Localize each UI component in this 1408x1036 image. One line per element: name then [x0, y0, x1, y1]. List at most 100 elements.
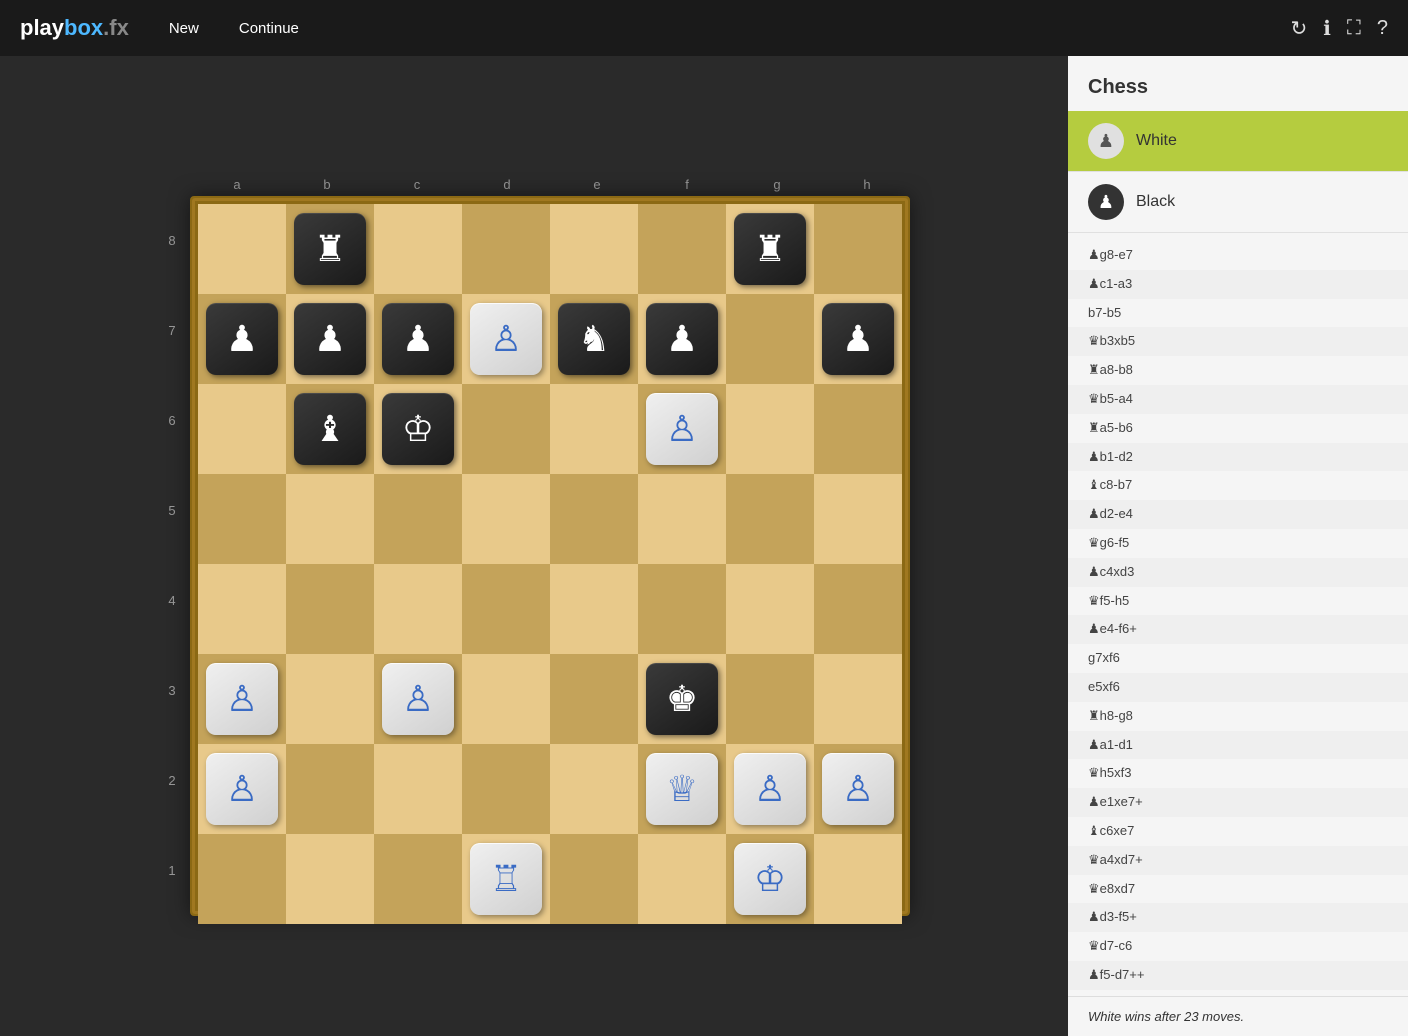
piece-a2[interactable]: ♙: [206, 753, 278, 825]
square-d2[interactable]: [462, 744, 550, 834]
help-icon[interactable]: ?: [1377, 17, 1388, 40]
square-c1[interactable]: [374, 834, 462, 924]
square-c5[interactable]: [374, 474, 462, 564]
square-c2[interactable]: [374, 744, 462, 834]
square-b3[interactable]: [286, 654, 374, 744]
move-item[interactable]: ♛a4xd7+: [1068, 846, 1408, 875]
piece-d1[interactable]: ♖: [470, 843, 542, 915]
move-item[interactable]: ♟f5-d7++: [1068, 961, 1408, 990]
square-e3[interactable]: [550, 654, 638, 744]
square-g7[interactable]: [726, 294, 814, 384]
black-player-row[interactable]: ♟ Black: [1068, 172, 1408, 233]
piece-a7[interactable]: ♟: [206, 303, 278, 375]
square-h5[interactable]: [814, 474, 902, 564]
square-e6[interactable]: [550, 384, 638, 474]
piece-b6[interactable]: ♝: [294, 393, 366, 465]
square-d8[interactable]: [462, 204, 550, 294]
move-item[interactable]: ♜h8-g8: [1068, 702, 1408, 731]
move-item[interactable]: ♟d2-e4: [1068, 500, 1408, 529]
square-c7[interactable]: ♟: [374, 294, 462, 384]
square-b5[interactable]: [286, 474, 374, 564]
square-d1[interactable]: ♖: [462, 834, 550, 924]
square-e4[interactable]: [550, 564, 638, 654]
move-item[interactable]: ♟c4xd3: [1068, 558, 1408, 587]
move-item[interactable]: ♟d3-f5+: [1068, 903, 1408, 932]
piece-d7[interactable]: ♙: [470, 303, 542, 375]
piece-a3[interactable]: ♙: [206, 663, 278, 735]
move-item[interactable]: ♛f5-h5: [1068, 587, 1408, 616]
piece-c3[interactable]: ♙: [382, 663, 454, 735]
piece-f2[interactable]: ♕: [646, 753, 718, 825]
square-g3[interactable]: [726, 654, 814, 744]
square-a8[interactable]: [198, 204, 286, 294]
square-g2[interactable]: ♙: [726, 744, 814, 834]
square-e5[interactable]: [550, 474, 638, 564]
piece-g1[interactable]: ♔: [734, 843, 806, 915]
square-f8[interactable]: [638, 204, 726, 294]
chessboard[interactable]: ♜♜♟♟♟♙♞♟♟♝♔♙♙♙♚♙♕♙♙♖♔: [190, 196, 910, 916]
square-f5[interactable]: [638, 474, 726, 564]
piece-c7[interactable]: ♟: [382, 303, 454, 375]
square-d4[interactable]: [462, 564, 550, 654]
piece-g8[interactable]: ♜: [734, 213, 806, 285]
piece-g2[interactable]: ♙: [734, 753, 806, 825]
square-f2[interactable]: ♕: [638, 744, 726, 834]
square-a2[interactable]: ♙: [198, 744, 286, 834]
piece-b8[interactable]: ♜: [294, 213, 366, 285]
move-item[interactable]: ♝c6xe7: [1068, 817, 1408, 846]
square-g5[interactable]: [726, 474, 814, 564]
move-item[interactable]: ♟c1-a3: [1068, 270, 1408, 299]
square-b8[interactable]: ♜: [286, 204, 374, 294]
square-g8[interactable]: ♜: [726, 204, 814, 294]
square-h4[interactable]: [814, 564, 902, 654]
square-b1[interactable]: [286, 834, 374, 924]
move-item[interactable]: ♛d7-c6: [1068, 932, 1408, 961]
piece-f7[interactable]: ♟: [646, 303, 718, 375]
square-e8[interactable]: [550, 204, 638, 294]
square-b4[interactable]: [286, 564, 374, 654]
square-g6[interactable]: [726, 384, 814, 474]
square-c8[interactable]: [374, 204, 462, 294]
square-a7[interactable]: ♟: [198, 294, 286, 384]
square-f3[interactable]: ♚: [638, 654, 726, 744]
move-item[interactable]: b7-b5: [1068, 299, 1408, 328]
piece-e7[interactable]: ♞: [558, 303, 630, 375]
square-d7[interactable]: ♙: [462, 294, 550, 384]
square-f6[interactable]: ♙: [638, 384, 726, 474]
nav-continue-button[interactable]: Continue: [229, 14, 309, 43]
move-item[interactable]: ♟a1-d1: [1068, 731, 1408, 760]
move-item[interactable]: ♟e1xe7+: [1068, 788, 1408, 817]
square-g1[interactable]: ♔: [726, 834, 814, 924]
square-e7[interactable]: ♞: [550, 294, 638, 384]
square-g4[interactable]: [726, 564, 814, 654]
square-f7[interactable]: ♟: [638, 294, 726, 384]
nav-new-button[interactable]: New: [159, 14, 209, 43]
move-item[interactable]: ♟e4-f6+: [1068, 615, 1408, 644]
move-item[interactable]: ♛b3xb5: [1068, 327, 1408, 356]
square-h1[interactable]: [814, 834, 902, 924]
square-a4[interactable]: [198, 564, 286, 654]
piece-b7[interactable]: ♟: [294, 303, 366, 375]
square-h2[interactable]: ♙: [814, 744, 902, 834]
square-b7[interactable]: ♟: [286, 294, 374, 384]
square-c6[interactable]: ♔: [374, 384, 462, 474]
move-item[interactable]: ♛g6-f5: [1068, 529, 1408, 558]
refresh-icon[interactable]: ↻: [1291, 16, 1308, 41]
square-c4[interactable]: [374, 564, 462, 654]
square-e1[interactable]: [550, 834, 638, 924]
square-b2[interactable]: [286, 744, 374, 834]
square-h6[interactable]: [814, 384, 902, 474]
move-item[interactable]: ♜a5-b6: [1068, 414, 1408, 443]
fullscreen-icon[interactable]: ⛶: [1347, 17, 1361, 40]
move-item[interactable]: ♟g8-e7: [1068, 241, 1408, 270]
piece-f6[interactable]: ♙: [646, 393, 718, 465]
square-a3[interactable]: ♙: [198, 654, 286, 744]
moves-list[interactable]: ♟g8-e7♟c1-a3b7-b5♛b3xb5♜a8-b8♛b5-a4♜a5-b…: [1068, 233, 1408, 996]
move-item[interactable]: e5xf6: [1068, 673, 1408, 702]
square-a6[interactable]: [198, 384, 286, 474]
piece-f3[interactable]: ♚: [646, 663, 718, 735]
move-item[interactable]: ♛b5-a4: [1068, 385, 1408, 414]
square-a5[interactable]: [198, 474, 286, 564]
info-icon[interactable]: ℹ: [1323, 16, 1331, 41]
square-f4[interactable]: [638, 564, 726, 654]
